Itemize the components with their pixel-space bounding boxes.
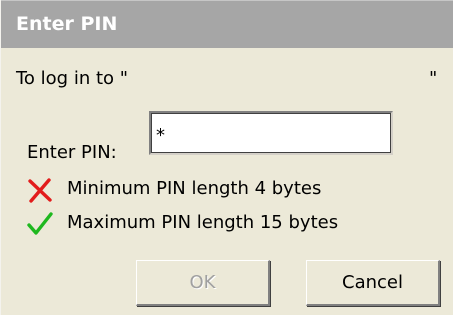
- enter-pin-dialog: Enter PIN To log in to " " Enter PIN: Mi…: [0, 0, 454, 315]
- login-target-closing-quote: ": [429, 68, 438, 89]
- x-mark-icon: [28, 178, 52, 203]
- dialog-title: Enter PIN: [16, 13, 118, 35]
- ok-button[interactable]: OK: [136, 260, 270, 306]
- pin-label: Enter PIN:: [27, 142, 117, 163]
- login-target-text: To log in to ": [16, 68, 129, 89]
- window-edge: [453, 0, 457, 315]
- dialog-titlebar: Enter PIN: [1, 0, 454, 48]
- pin-input[interactable]: [149, 111, 393, 155]
- max-length-rule-text: Maximum PIN length 15 bytes: [67, 212, 339, 233]
- cancel-button[interactable]: Cancel: [306, 260, 440, 306]
- check-mark-icon: [27, 212, 53, 235]
- min-length-rule-text: Minimum PIN length 4 bytes: [67, 178, 322, 199]
